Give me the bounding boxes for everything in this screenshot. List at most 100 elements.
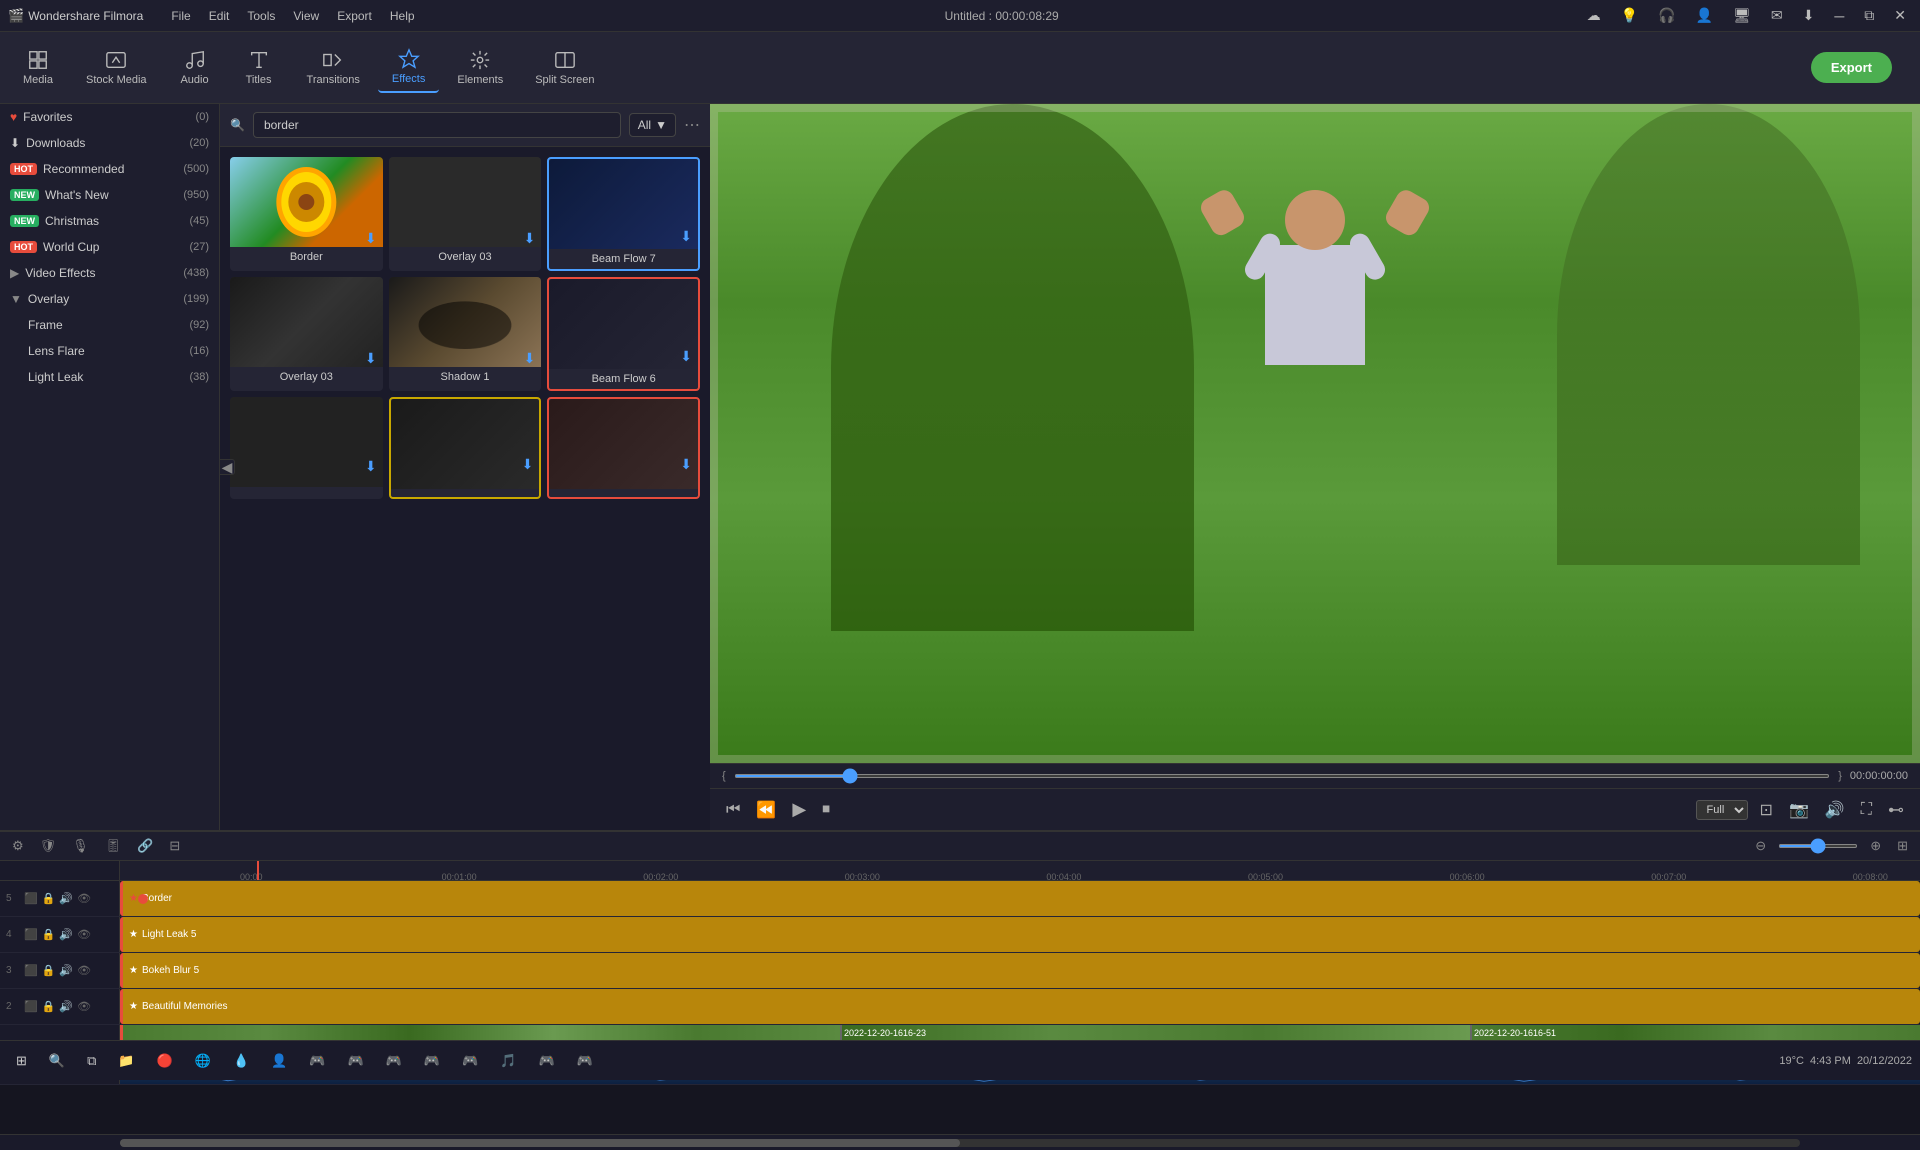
app12-btn[interactable]: 🎮 (569, 1049, 601, 1073)
close-btn[interactable]: ✕ (1888, 5, 1912, 26)
play-btn[interactable]: ▶ (788, 795, 810, 824)
app11-btn[interactable]: 🎮 (530, 1049, 562, 1073)
track-4-toggle[interactable]: ⬛ (24, 928, 38, 941)
timeline-settings-btn[interactable]: ⚙ (8, 836, 28, 856)
toolbar-audio[interactable]: Audio (165, 43, 225, 92)
headphone-icon[interactable]: 🎧 (1652, 5, 1681, 26)
sidebar-item-downloads[interactable]: ⬇ Downloads (20) (0, 130, 219, 156)
search-btn[interactable]: 🔍 (41, 1049, 73, 1073)
track-2-toggle[interactable]: ⬛ (24, 1000, 38, 1013)
effect-card-border[interactable]: ⬇ Border (230, 157, 383, 271)
search-input[interactable] (253, 112, 621, 138)
app1-btn[interactable]: 🔴 (149, 1049, 181, 1073)
cloud-icon[interactable]: ☁ (1581, 5, 1607, 26)
effect-card-shadow1[interactable]: ⬇ Shadow 1 (389, 277, 542, 391)
track-4-mute[interactable]: 🔊 (59, 928, 73, 941)
sidebar-item-recommended[interactable]: HOT Recommended (500) (0, 156, 219, 182)
sidebar-item-lens-flare[interactable]: Lens Flare (16) (0, 338, 219, 364)
timeline-track-btn[interactable]: 🛡 (36, 836, 61, 856)
grid-view-icon[interactable]: ⋯ (684, 115, 700, 135)
add-track-btn[interactable]: ⊞ (1893, 836, 1912, 856)
track-2-clip[interactable]: ★ Beautiful Memories (120, 989, 1920, 1024)
track-5-mute[interactable]: 🔊 (59, 892, 73, 905)
sidebar-item-overlay[interactable]: ▼ Overlay (199) (0, 286, 219, 312)
timeline-link-btn[interactable]: 🔗 (133, 836, 157, 856)
rewind-btn[interactable]: ⏮ (722, 797, 744, 823)
export-button[interactable]: Export (1811, 52, 1892, 83)
track-3-mute[interactable]: 🔊 (59, 964, 73, 977)
zoom-in-btn[interactable]: ⊕ (1866, 836, 1885, 856)
track-5-visible[interactable]: 👁 (77, 892, 91, 905)
zoom-out-btn[interactable]: ⊖ (1751, 836, 1770, 856)
sidebar-item-christmas[interactable]: NEW Christmas (45) (0, 208, 219, 234)
taskview-btn[interactable]: ⧉ (79, 1049, 104, 1073)
track-3-toggle[interactable]: ⬛ (24, 964, 38, 977)
menu-edit[interactable]: Edit (201, 7, 238, 25)
effect-card-item7[interactable]: ⬇ (230, 397, 383, 499)
track-2-mute[interactable]: 🔊 (59, 1000, 73, 1013)
menu-help[interactable]: Help (382, 7, 423, 25)
mail-icon[interactable]: ✉ (1765, 5, 1789, 26)
effect-card-item9[interactable]: ⬇ (547, 397, 700, 499)
toolbar-effects[interactable]: Effects (378, 42, 439, 93)
app7-btn[interactable]: 🎮 (378, 1049, 410, 1073)
track-3-lock[interactable]: 🔒 (42, 964, 56, 977)
fullscreen-btn[interactable]: ⛶ (1857, 797, 1876, 823)
monitor-icon[interactable]: 🖥 (1727, 5, 1757, 26)
effect-card-overlay03-2[interactable]: ⬇ Overlay 03 (230, 277, 383, 391)
zoom-slider[interactable] (1778, 844, 1858, 848)
app8-btn[interactable]: 🎮 (416, 1049, 448, 1073)
toolbar-titles[interactable]: Titles (229, 43, 289, 92)
more-btn[interactable]: ⊷ (1884, 796, 1908, 824)
app5-btn[interactable]: 🎮 (301, 1049, 333, 1073)
menu-view[interactable]: View (285, 7, 327, 25)
app10-btn[interactable]: 🎵 (492, 1049, 524, 1073)
sidebar-item-frame[interactable]: Frame (92) (0, 312, 219, 338)
track-5-clip[interactable]: ★ Border (120, 881, 1920, 916)
quality-select[interactable]: Full 1/2 1/4 (1696, 800, 1748, 820)
panel-collapse-arrow[interactable]: ◀ (219, 459, 235, 475)
maximize-btn[interactable]: ⧉ (1858, 5, 1880, 26)
bulb-icon[interactable]: 💡 (1615, 5, 1644, 26)
sidebar-item-video-effects[interactable]: ▶ Video Effects (438) (0, 260, 219, 286)
toolbar-transitions[interactable]: Transitions (293, 43, 374, 92)
track-4-lock[interactable]: 🔒 (42, 928, 56, 941)
menu-export[interactable]: Export (329, 7, 380, 25)
effect-card-overlay03-1[interactable]: ⬇ Overlay 03 (389, 157, 542, 271)
timeline-split-btn[interactable]: ⊟ (165, 836, 184, 856)
effect-card-beam6[interactable]: ⬇ Beam Flow 6 (547, 277, 700, 391)
download-icon[interactable]: ⬇ (1797, 5, 1821, 26)
track-3-visible[interactable]: 👁 (77, 964, 91, 977)
toolbar-media[interactable]: Media (8, 43, 68, 92)
menu-file[interactable]: File (163, 7, 198, 25)
app3-btn[interactable]: 💧 (225, 1049, 257, 1073)
app6-btn[interactable]: 🎮 (340, 1049, 372, 1073)
start-btn[interactable]: ⊞ (8, 1049, 35, 1073)
toolbar-stock-media[interactable]: Stock Media (72, 43, 161, 92)
sidebar-item-light-leak[interactable]: Light Leak (38) (0, 364, 219, 390)
toolbar-split-screen[interactable]: Split Screen (521, 43, 608, 92)
effect-card-item8[interactable]: ⬇ (389, 397, 542, 499)
track-5-toggle[interactable]: ⬛ (24, 892, 38, 905)
step-back-btn[interactable]: ⏪ (752, 796, 780, 824)
track-2-visible[interactable]: 👁 (77, 1000, 91, 1013)
track-5-lock[interactable]: 🔒 (42, 892, 56, 905)
sidebar-item-favorites[interactable]: ♥ Favorites (0) (0, 104, 219, 130)
stop-btn[interactable]: ⏹ (818, 797, 834, 823)
sidebar-item-whats-new[interactable]: NEW What's New (950) (0, 182, 219, 208)
track-2-lock[interactable]: 🔒 (42, 1000, 56, 1013)
screenshot-btn[interactable]: 📷 (1785, 796, 1813, 824)
track-4-clip[interactable]: ★ Light Leak 5 (120, 917, 1920, 952)
scrollbar-track[interactable] (120, 1139, 1800, 1147)
app9-btn[interactable]: 🎮 (454, 1049, 486, 1073)
fit-view-btn[interactable]: ⊡ (1756, 796, 1777, 824)
track-4-visible[interactable]: 👁 (77, 928, 91, 941)
minimize-btn[interactable]: ─ (1828, 6, 1850, 26)
volume-btn[interactable]: 🔊 (1821, 796, 1849, 824)
timeline-mixer-btn[interactable]: 🎚 (101, 836, 126, 856)
chrome-btn[interactable]: 🌐 (187, 1049, 219, 1073)
filter-dropdown[interactable]: All ▼ (629, 113, 676, 137)
toolbar-elements[interactable]: Elements (443, 43, 517, 92)
scrollbar-thumb[interactable] (120, 1139, 960, 1147)
app4-btn[interactable]: 👤 (263, 1049, 295, 1073)
